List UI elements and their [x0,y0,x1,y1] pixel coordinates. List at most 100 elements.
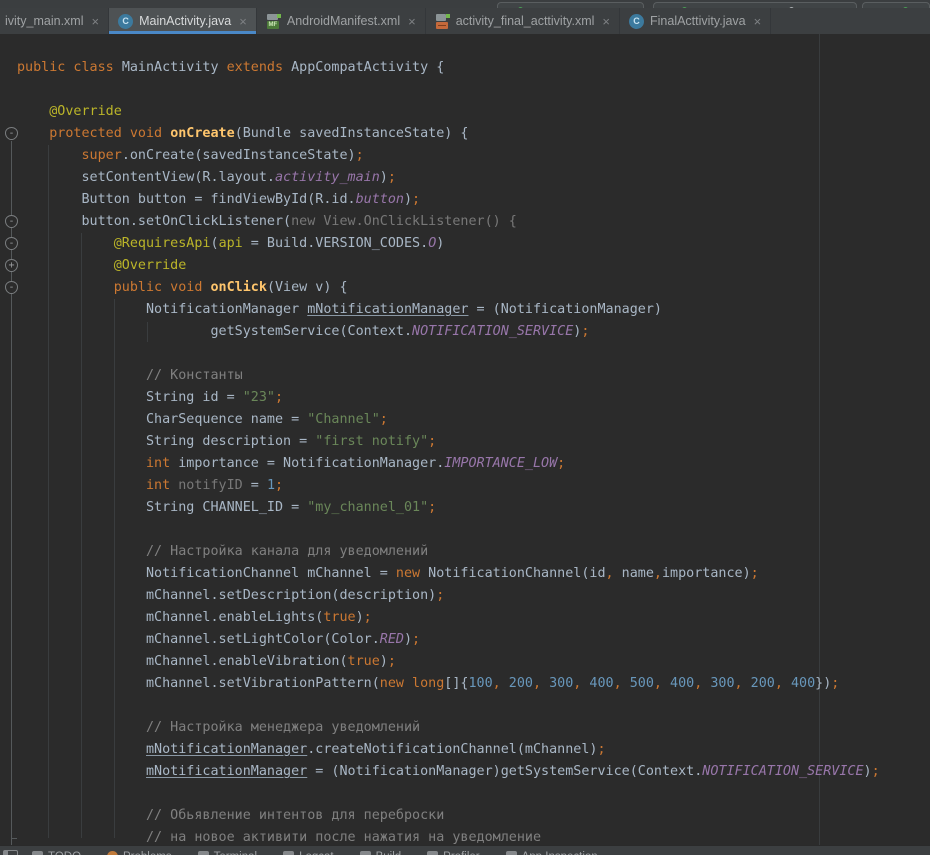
manifest-file-icon: MF [266,14,281,29]
code-line-4: super.onCreate(savedInstanceState); [0,145,930,167]
code-token [541,676,549,691]
code-token: (View v) { [267,280,348,295]
code-token: onClick [211,280,267,295]
code-token: 100 [468,676,492,691]
code-line-29 [0,695,930,717]
code-line-17: String description = "first notify"; [0,431,930,453]
code-token: mNotificationManager [146,764,307,779]
code-token: // Настройка менеджера уведомлений [17,720,420,735]
code-token: // Обьявление интентов для переброски [17,808,444,823]
code-token: 300 [549,676,573,691]
logcat-icon [283,851,294,855]
code-token: = (NotificationManager)getSystemService(… [307,764,702,779]
code-token: ) [436,236,444,251]
code-token: , [614,676,622,691]
code-line-6: Button button = findViewById(R.id.button… [0,189,930,211]
close-tab-icon[interactable]: × [754,15,762,28]
code-line-10: public void onClick(View v) { [0,277,930,299]
code-token: 200 [509,676,533,691]
code-token: }) [815,676,831,691]
code-line-3: protected void onCreate(Bundle savedInst… [0,123,930,145]
close-tab-icon[interactable]: × [92,15,100,28]
code-token: activity_main [275,170,380,185]
close-tab-icon[interactable]: × [239,15,247,28]
tab-activity_final_acttivity.xml[interactable]: activity_final_acttivity.xml × [426,8,620,34]
code-token: RED [380,632,404,647]
code-token: public class [17,60,122,75]
code-token: super [82,148,122,163]
statusbar-item-terminal[interactable]: Terminal [198,851,257,855]
tab-label: activity_final_acttivity.xml [456,14,595,28]
code-token: ; [412,632,420,647]
code-token: ; [275,390,283,405]
statusbar-item-app-inspection[interactable]: App Inspection [506,851,598,855]
close-tab-icon[interactable]: × [408,15,416,28]
code-token: IMPORTANCE_LOW [444,456,557,471]
java-class-icon: C [629,14,644,29]
statusbar-item-problems[interactable]: Problems [107,851,172,855]
code-token: NOTIFICATION_SERVICE [702,764,863,779]
code-line-23: NotificationChannel mChannel = new Notif… [0,563,930,585]
code-token: // на новое активити после нажатия на ув… [17,830,541,845]
statusbar-item-profiler[interactable]: Profiler [427,851,479,855]
statusbar-item-todo[interactable]: TODO [32,851,81,855]
code-token: String CHANNEL_ID = [17,500,307,515]
tab-ivity_main.xml[interactable]: ivity_main.xml× [0,8,109,34]
code-line-21 [0,519,930,541]
code-token: , [654,566,662,581]
status-bar-items: TODO Problems Terminal Logcat Build Profiler A… [32,851,624,855]
code-line-2: @Override [0,101,930,123]
code-token [17,126,49,141]
code-token: ; [380,412,388,427]
code-token: ; [412,192,420,207]
code-token: ; [436,588,444,603]
code-line-33 [0,783,930,805]
tab-AndroidManifest.xml[interactable]: MFAndroidManifest.xml× [257,8,426,34]
code-token: new View.OnClickListener() { [291,214,517,229]
code-token: .onCreate(savedInstanceState) [122,148,356,163]
code-token: mChannel.setDescription(description) [17,588,436,603]
code-token [501,676,509,691]
code-line-8: @RequiresApi(api = Build.VERSION_CODES.O… [0,233,930,255]
tab-MainActivity.java[interactable]: CMainActivity.java× [109,8,257,34]
profiler-icon [427,851,438,855]
code-line-27: mChannel.enableVibration(true); [0,651,930,673]
code-line-14: // Константы [0,365,930,387]
code-line-18: int importance = NotificationManager.IMP… [0,453,930,475]
code-line-19: int notifyID = 1; [0,475,930,497]
code-token: notifyID [178,478,243,493]
close-tab-icon[interactable]: × [602,15,610,28]
statusbar-item-logcat[interactable]: Logcat [283,851,334,855]
code-token: "Channel" [307,412,380,427]
code-token: 400 [589,676,613,691]
code-token [17,478,146,493]
code-line-7: button.setOnClickListener(new View.OnCli… [0,211,930,233]
code-token: @Override [114,258,187,273]
code-token: ; [831,676,839,691]
code-line-34: // Обьявление интентов для переброски [0,805,930,827]
code-token: , [493,676,501,691]
code-token: = Build.VERSION_CODES. [243,236,428,251]
code-token: ; [428,500,436,515]
tab-FinalActtivity.java[interactable]: CFinalActtivity.java× [620,8,771,34]
statusbar-item-build[interactable]: Build [360,851,402,855]
code-line-30: // Настройка менеджера уведомлений [0,717,930,739]
statusbar-item-label: Logcat [299,851,334,855]
editor-tab-bar: ivity_main.xml×CMainActivity.java×MFAndr… [0,8,930,34]
code-token: ; [364,610,372,625]
code-token: ) [380,170,388,185]
code-token: int [146,478,178,493]
code-token: ) [380,654,388,669]
code-token: ; [428,434,436,449]
code-token: NotificationChannel mChannel = [17,566,396,581]
code-token: mChannel.setVibrationPattern( [17,676,380,691]
code-token: Button button = findViewById(R.id. [17,192,356,207]
code-token: String description = [17,434,315,449]
code-token: mNotificationManager [307,302,468,317]
code-editor[interactable]: ---+- public class MainActivity extends … [0,34,930,845]
code-line-5: setContentView(R.layout.activity_main); [0,167,930,189]
tool-window-layout-icon[interactable] [3,850,18,855]
code-token [17,742,146,757]
problems-icon [107,851,118,855]
code-token: = (NotificationManager) [468,302,661,317]
